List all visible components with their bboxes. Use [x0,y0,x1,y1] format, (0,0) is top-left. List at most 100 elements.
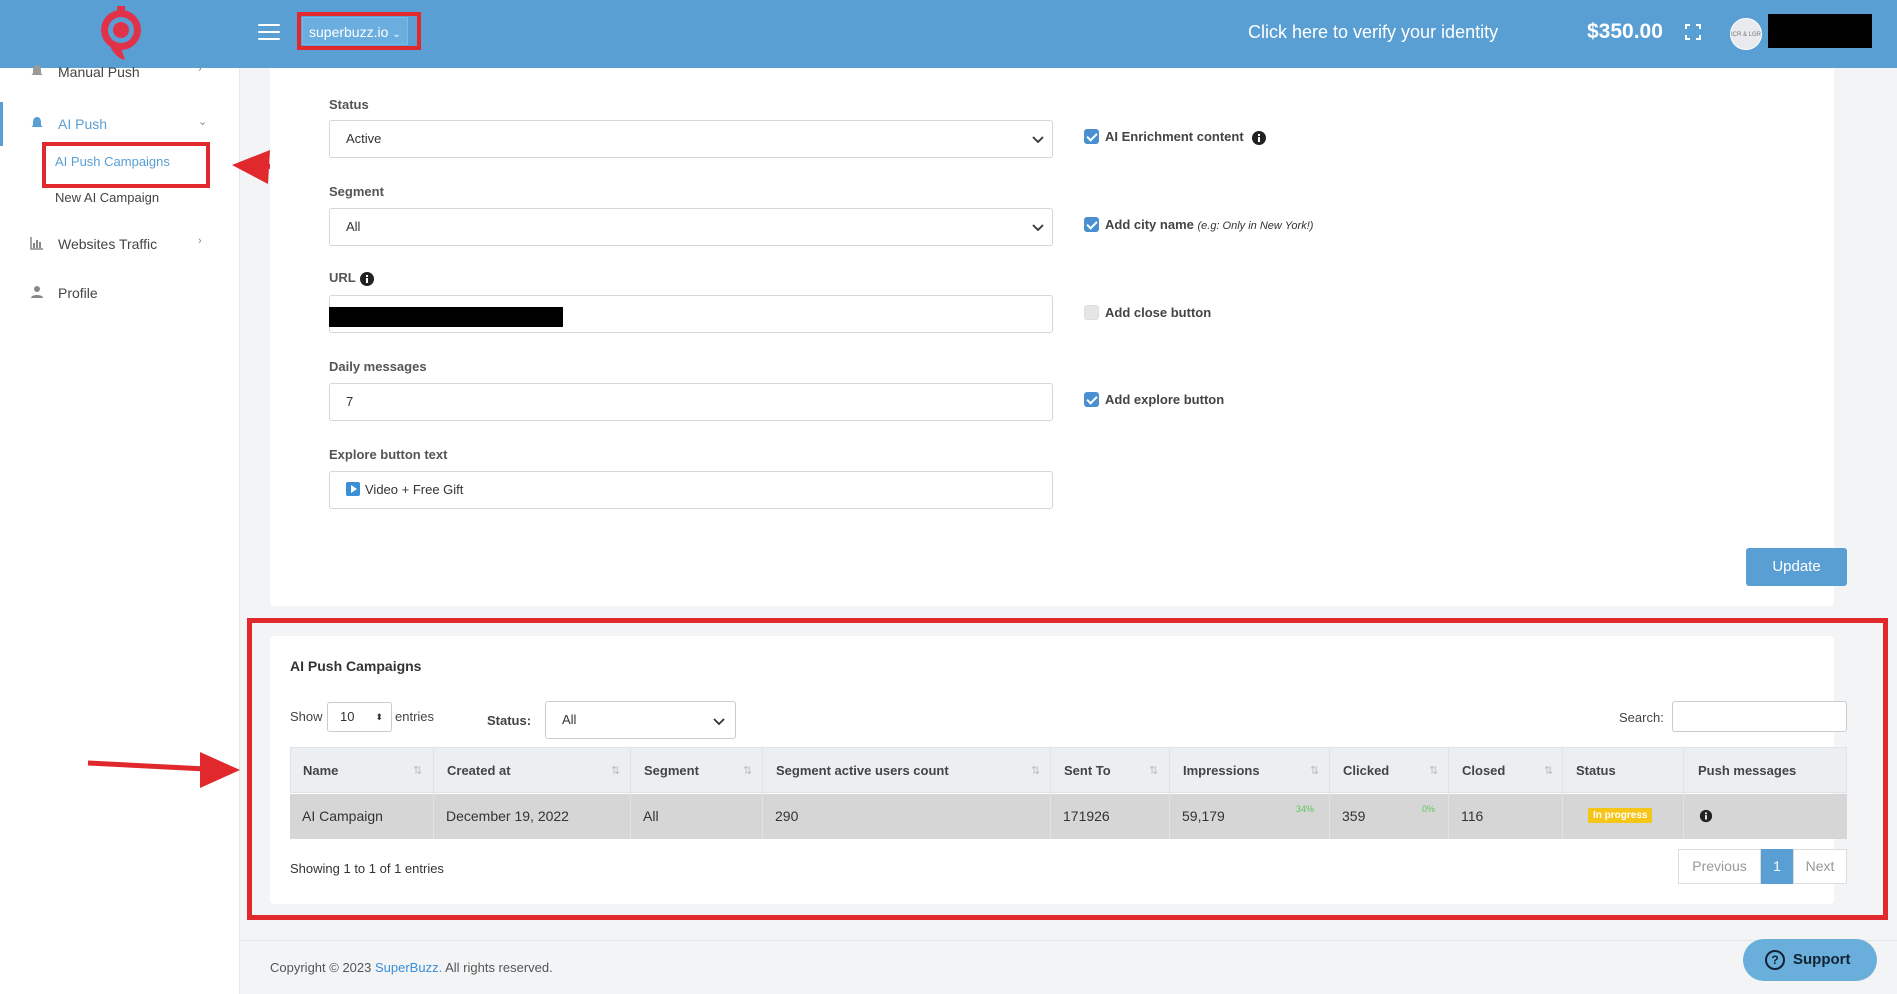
daily-messages-input[interactable]: 7 [329,383,1053,421]
sort-icon[interactable]: ⇅ [1031,764,1040,777]
chevron-down-icon [1032,224,1044,232]
info-icon[interactable] [359,271,375,287]
column-divider [1169,747,1170,839]
fullscreen-icon[interactable] [1685,24,1701,40]
status-badge: In progress [1588,808,1653,823]
sort-icon[interactable]: ⇅ [611,764,620,777]
checkbox-checked[interactable] [1084,217,1099,233]
copyright: Copyright © 2023 SuperBuzz. All rights r… [270,960,553,975]
column-header-status[interactable]: Status [1576,763,1616,778]
checkbox-add-close-button[interactable]: Add close button [1084,305,1211,321]
show-label: Show [290,709,323,724]
sort-icon[interactable]: ⇅ [413,764,422,777]
superbuzz-logo-icon[interactable] [95,6,147,62]
status-filter-label: Status: [487,713,532,728]
status-select-value: Active [346,131,382,146]
brand-link[interactable]: SuperBuzz. [375,960,442,975]
entries-length-select[interactable]: 10 ⬍ [327,702,392,732]
sort-icon[interactable]: ⇅ [1149,764,1158,777]
column-divider [1050,747,1051,839]
table-row[interactable]: AI Campaign December 19, 2022 All 290 17… [290,794,1847,839]
checkbox-label: AI Enrichment content [1105,129,1244,144]
update-button[interactable]: Update [1746,548,1847,586]
entries-label: entries [395,709,435,724]
column-header-closed[interactable]: Closed [1462,763,1505,778]
url-label-text: URL [329,270,356,285]
sidebar-item-label: AI Push [58,116,108,132]
pagination-previous[interactable]: Previous [1678,849,1761,884]
checkbox-ai-enrichment[interactable]: AI Enrichment content [1084,129,1267,146]
status-filter-select[interactable]: All [545,701,736,739]
column-header-impressions[interactable]: Impressions [1183,763,1260,778]
chevron-down-icon: ⌄ [392,29,401,40]
url-input[interactable] [329,295,1053,333]
table-info: Showing 1 to 1 of 1 entries [290,861,444,876]
column-header-push-messages[interactable]: Push messages [1698,763,1796,778]
cell-created-at: December 19, 2022 [446,808,569,824]
rights-text: All rights reserved. [445,960,553,975]
sidebar-item-profile[interactable]: Profile [0,281,240,305]
avatar[interactable]: ICR & LGR [1730,18,1762,50]
column-divider [1562,747,1563,839]
sidebar-subitem-new-ai-campaign[interactable]: New AI Campaign [55,190,159,205]
sidebar-item-label: Profile [58,285,98,301]
sort-icon[interactable]: ⇅ [1429,764,1438,777]
column-divider [1448,747,1449,839]
menu-toggle-icon[interactable] [258,24,280,42]
pagination-next[interactable]: Next [1793,849,1847,884]
table-card-title: AI Push Campaigns [290,658,422,674]
segment-select[interactable]: All [329,208,1053,246]
checkbox-label: Add explore button [1105,392,1225,407]
checkbox-label: Add city name [1105,217,1194,232]
column-header-segment[interactable]: Segment [644,763,699,778]
sidebar: Manual Push › AI Push ⌄ AI Push Campaign… [0,63,240,994]
redacted-username[interactable] [1768,14,1872,48]
sort-icon[interactable]: ⇅ [743,764,752,777]
column-header-clicked[interactable]: Clicked [1343,763,1389,778]
checkbox-add-explore-button[interactable]: Add explore button [1084,392,1224,408]
verify-identity-link[interactable]: Click here to verify your identity [1248,22,1498,43]
search-input[interactable] [1672,701,1847,732]
column-divider [433,747,434,839]
play-icon [346,482,360,496]
sidebar-item-label: Manual Push [58,64,140,80]
checkbox-hint: (e.g: Only in New York!) [1197,220,1314,232]
checkbox-unchecked[interactable] [1084,305,1099,321]
table-header: Name ⇅ Created at ⇅ Segment ⇅ Segment ac… [290,747,1847,793]
info-icon[interactable] [1699,809,1713,823]
sidebar-subitem-ai-push-campaigns[interactable]: AI Push Campaigns [55,154,170,169]
sidebar-item-websites-traffic[interactable]: Websites Traffic › [0,232,240,256]
column-divider [762,747,763,839]
checkbox-add-city-name[interactable]: Add city name (e.g: Only in New York!) [1084,217,1313,233]
help-icon: ? [1765,950,1785,970]
column-header-sent-to[interactable]: Sent To [1064,763,1111,778]
stepper-icon: ⬍ [375,712,383,722]
domain-selector[interactable]: superbuzz.io ⌄ [302,17,408,45]
sidebar-item-ai-push[interactable]: AI Push ⌄ [0,102,240,146]
redacted-url [329,307,563,327]
pagination-page-1[interactable]: 1 [1761,849,1793,884]
status-select[interactable]: Active [329,120,1053,158]
status-label: Status [329,97,369,112]
cell-name: AI Campaign [302,808,383,824]
sort-icon[interactable]: ⇅ [1310,764,1319,777]
explore-button-text-input[interactable]: Video + Free Gift [329,471,1053,509]
account-balance: $350.00 [1587,20,1663,43]
column-header-active-users[interactable]: Segment active users count [776,763,949,778]
column-header-created-at[interactable]: Created at [447,763,511,778]
sidebar-item-label: Websites Traffic [58,236,158,252]
user-icon [31,286,43,298]
support-button[interactable]: ? Support [1743,939,1877,981]
column-header-name[interactable]: Name [303,763,338,778]
checkbox-checked[interactable] [1084,129,1099,145]
sort-icon[interactable]: ⇅ [1544,764,1553,777]
checkbox-label: Add close button [1105,305,1212,320]
entries-length-value: 10 [340,709,355,724]
info-icon[interactable] [1251,130,1267,146]
checkbox-checked[interactable] [1084,392,1099,408]
daily-messages-label: Daily messages [329,359,427,374]
column-divider [1683,747,1684,839]
column-divider [1329,747,1330,839]
ai-bell-icon [31,117,43,127]
sidebar-item-manual-push[interactable]: Manual Push › [0,60,240,84]
